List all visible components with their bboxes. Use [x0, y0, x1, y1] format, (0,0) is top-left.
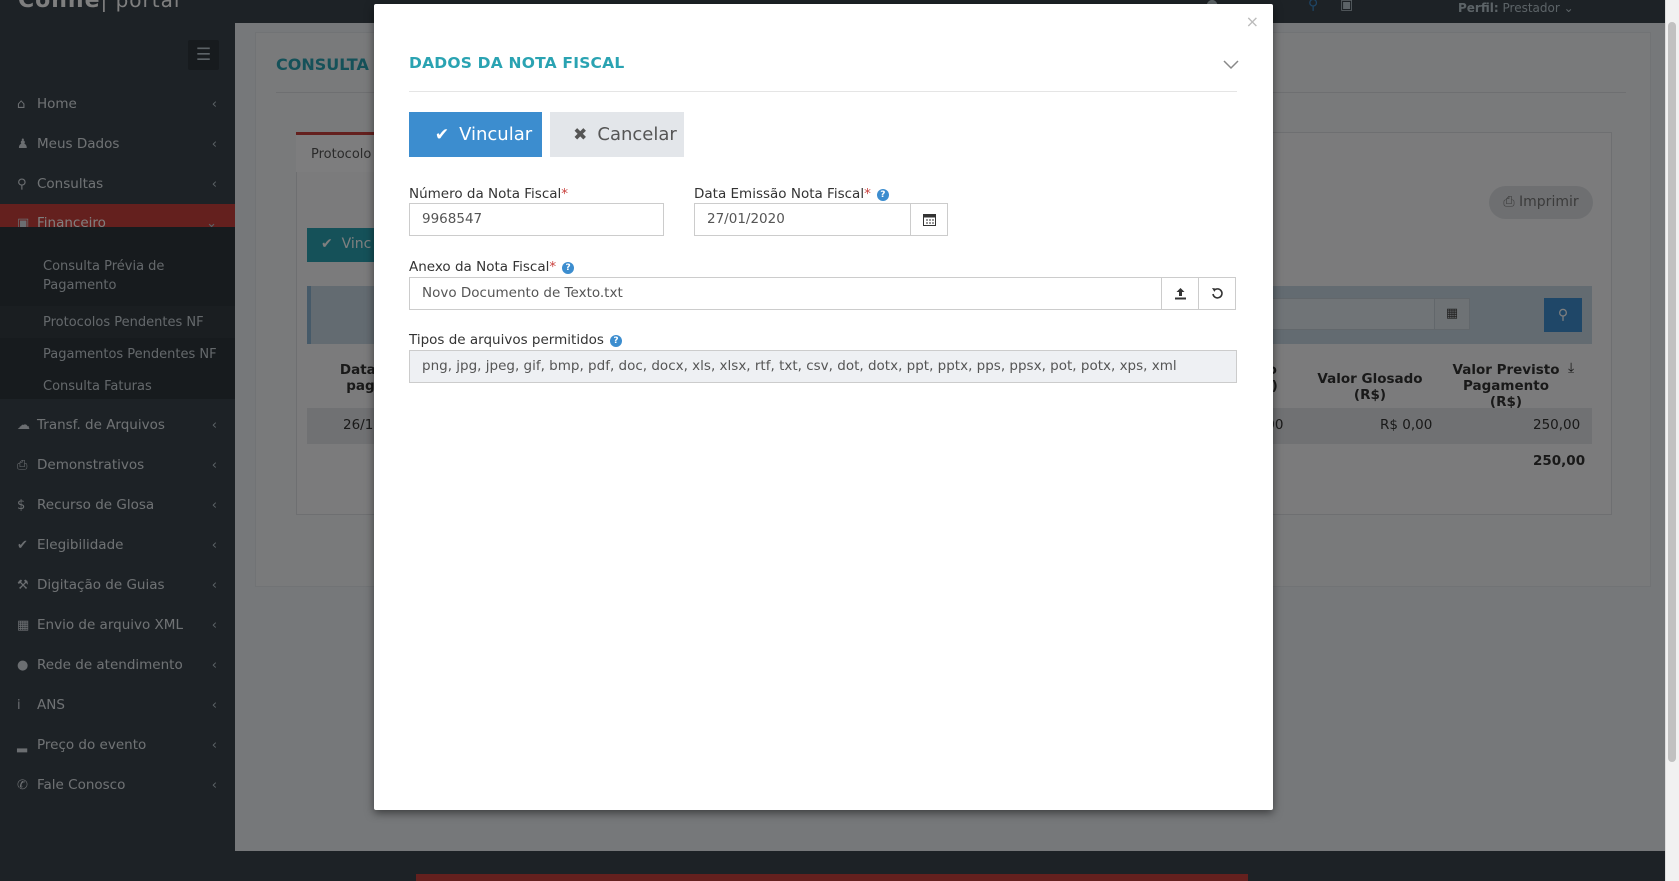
tipos-arquivos-field: png, jpg, jpeg, gif, bmp, pdf, doc, docx…	[409, 350, 1237, 383]
check-icon: ✔	[434, 125, 450, 145]
close-icon[interactable]: ×	[1246, 12, 1259, 31]
vincular-button[interactable]: ✔ Vincular	[409, 112, 542, 157]
numero-nota-input[interactable]: 9968547	[409, 203, 664, 236]
nota-fiscal-modal: × DADOS DA NOTA FISCAL ✔ Vincular ✖ Cancel…	[374, 4, 1273, 810]
upload-icon[interactable]	[1161, 277, 1199, 310]
help-icon[interactable]: ?	[876, 189, 889, 201]
data-emissao-label: Data Emissão Nota Fiscal*?	[694, 186, 889, 202]
tipos-arquivos-label: Tipos de arquivos permitidos?	[409, 332, 622, 348]
help-icon[interactable]: ?	[562, 262, 575, 274]
scrollbar-thumb[interactable]	[1668, 22, 1676, 762]
modal-title: DADOS DA NOTA FISCAL	[409, 54, 625, 72]
numero-nota-label: Número da Nota Fiscal*	[409, 186, 569, 202]
anexo-input[interactable]: Novo Documento de Texto.txt	[409, 277, 1162, 310]
anexo-label: Anexo da Nota Fiscal*?	[409, 259, 575, 275]
help-icon[interactable]: ?	[609, 335, 622, 347]
data-emissao-input[interactable]: 27/01/2020	[694, 203, 911, 236]
calendar-icon[interactable]	[910, 203, 948, 236]
chevron-down-icon[interactable]	[1223, 55, 1239, 73]
reset-icon[interactable]	[1198, 277, 1236, 310]
times-icon: ✖	[573, 125, 588, 145]
cancelar-button[interactable]: ✖ Cancelar	[550, 112, 684, 157]
